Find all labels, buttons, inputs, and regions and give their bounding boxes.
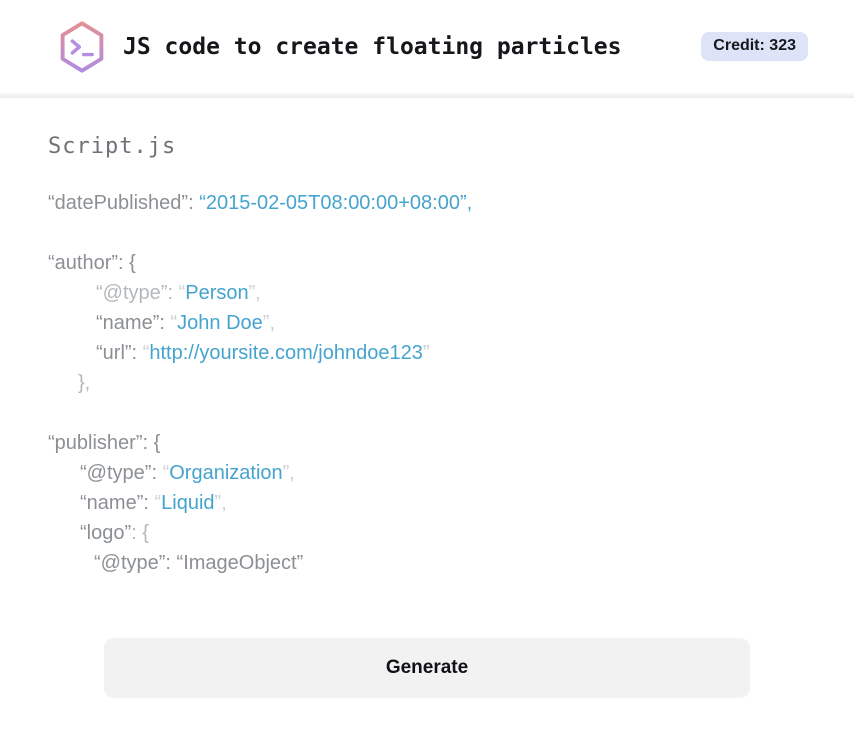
code-value: Person	[185, 282, 249, 304]
code-line: “url”: “http://yoursite.com/johndoe123”	[48, 338, 806, 368]
code-token: “@type”: “ImageObject”	[94, 552, 304, 574]
code-line: “@type”: “ImageObject”	[48, 548, 806, 578]
code-line: “name”: “John Doe”,	[48, 308, 806, 338]
code-token: “url”	[96, 342, 132, 364]
code-token: ”,	[262, 312, 275, 334]
credit-badge: Credit: 323	[701, 32, 808, 61]
code-token: :	[167, 282, 179, 304]
main-content: Script.js “datePublished”: “2015-02-05T0…	[0, 98, 854, 698]
code-token: “name”	[80, 492, 144, 514]
code-token: “@type”	[80, 462, 152, 484]
code-line: “@type”: “Organization”,	[48, 458, 806, 488]
page-title: JS code to create floating particles	[123, 33, 622, 60]
code-token: },	[78, 372, 91, 394]
code-line: “logo”: {	[48, 518, 806, 548]
code-line: “name”: “Liquid”,	[48, 488, 806, 518]
generate-button[interactable]: Generate	[104, 638, 750, 698]
code-value: Liquid	[161, 492, 215, 514]
code-value: Organization	[169, 462, 283, 484]
code-token: {	[142, 522, 149, 544]
code-token: :	[151, 462, 163, 484]
credit-value: 323	[769, 37, 796, 54]
code-line: “publisher”: {	[48, 428, 806, 458]
code-token: ”,	[214, 492, 227, 514]
header: JS code to create floating particles Cre…	[0, 0, 854, 93]
credit-label: Credit:	[713, 37, 765, 54]
code-token: ”,	[282, 462, 295, 484]
code-line: },	[48, 368, 806, 398]
code-output: “datePublished”: “2015-02-05T08:00:00+08…	[48, 188, 806, 578]
code-token: :	[131, 522, 143, 544]
code-line: “author”: {	[48, 248, 806, 278]
code-token: “publisher”: {	[48, 432, 161, 454]
code-line: “datePublished”: “2015-02-05T08:00:00+08…	[48, 188, 806, 218]
code-token: ”,	[248, 282, 261, 304]
code-value: John Doe	[177, 312, 263, 334]
code-token: ”	[422, 342, 430, 364]
code-value: http://yoursite.com/johndoe123	[149, 342, 423, 364]
terminal-hexagon-icon	[56, 19, 108, 75]
code-token: “@type”	[96, 282, 168, 304]
code-token: “name”	[96, 312, 160, 334]
file-title: Script.js	[48, 134, 177, 159]
app: JS code to create floating particles Cre…	[0, 0, 854, 748]
code-token: “author”: {	[48, 252, 136, 274]
code-value: “2015-02-05T08:00:00+08:00”,	[199, 192, 473, 214]
code-token: :	[143, 492, 155, 514]
code-token: “datePublished”:	[48, 192, 200, 214]
code-line: “@type”: “Person”,	[48, 278, 806, 308]
code-token: :	[131, 342, 143, 364]
code-token: “logo”	[80, 522, 132, 544]
code-token: :	[159, 312, 171, 334]
